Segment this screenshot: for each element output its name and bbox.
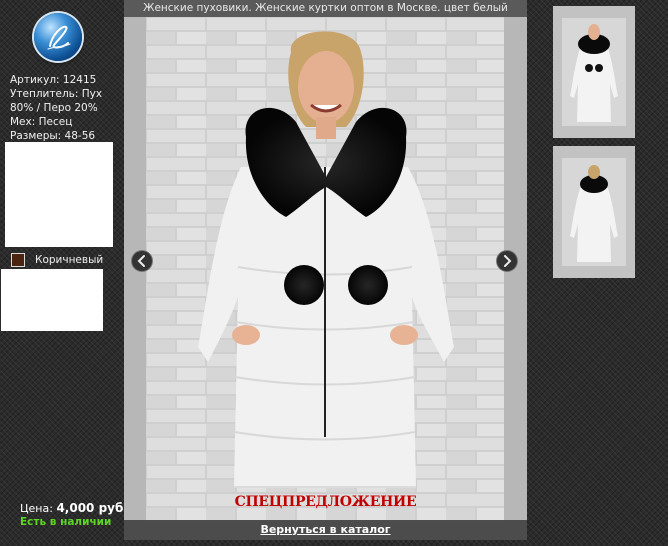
site-logo[interactable] bbox=[34, 13, 82, 61]
price: Цена: 4,000 руб. bbox=[20, 501, 128, 515]
thumbnail-image bbox=[562, 158, 626, 266]
next-image-button[interactable] bbox=[497, 251, 517, 271]
prev-image-button[interactable] bbox=[132, 251, 152, 271]
availability-status: Есть в наличии bbox=[20, 516, 112, 528]
chevron-right-icon bbox=[504, 255, 512, 267]
fur-type: Мех: Песец bbox=[10, 116, 73, 128]
viewer-title: Женские пуховики. Женские куртки оптом в… bbox=[124, 0, 527, 17]
color-option[interactable]: Коричневый bbox=[11, 251, 103, 269]
product-specs: Артикул: 12415 Утеплитель: Пух 80% / Пер… bbox=[10, 73, 114, 143]
article-number: Артикул: 12415 bbox=[10, 74, 97, 86]
special-offer-label: СПЕЦПРЕДЛОЖЕНИЕ bbox=[234, 494, 417, 510]
thumbnail-front[interactable] bbox=[553, 6, 635, 138]
back-to-catalog-link[interactable]: Вернуться в каталог bbox=[124, 520, 527, 540]
image-viewer: Женские пуховики. Женские куртки оптом в… bbox=[124, 0, 527, 540]
sizes: Размеры: 48-56 bbox=[10, 130, 96, 142]
product-photo bbox=[146, 17, 504, 521]
blank-panel-2 bbox=[1, 269, 103, 331]
script-logo-icon bbox=[47, 25, 71, 50]
price-value: 4,000 руб. bbox=[56, 501, 128, 515]
chevron-left-icon bbox=[137, 255, 145, 267]
price-label: Цена: bbox=[20, 502, 53, 515]
color-swatch[interactable] bbox=[11, 253, 25, 267]
thumbnail-image bbox=[562, 18, 626, 126]
insulation-line-2: 80% / Перо 20% bbox=[10, 102, 98, 114]
thumbnail-back[interactable] bbox=[553, 146, 635, 278]
blank-panel bbox=[5, 142, 113, 247]
insulation-line-1: Утеплитель: Пух bbox=[10, 88, 103, 100]
color-label: Коричневый bbox=[35, 254, 104, 266]
